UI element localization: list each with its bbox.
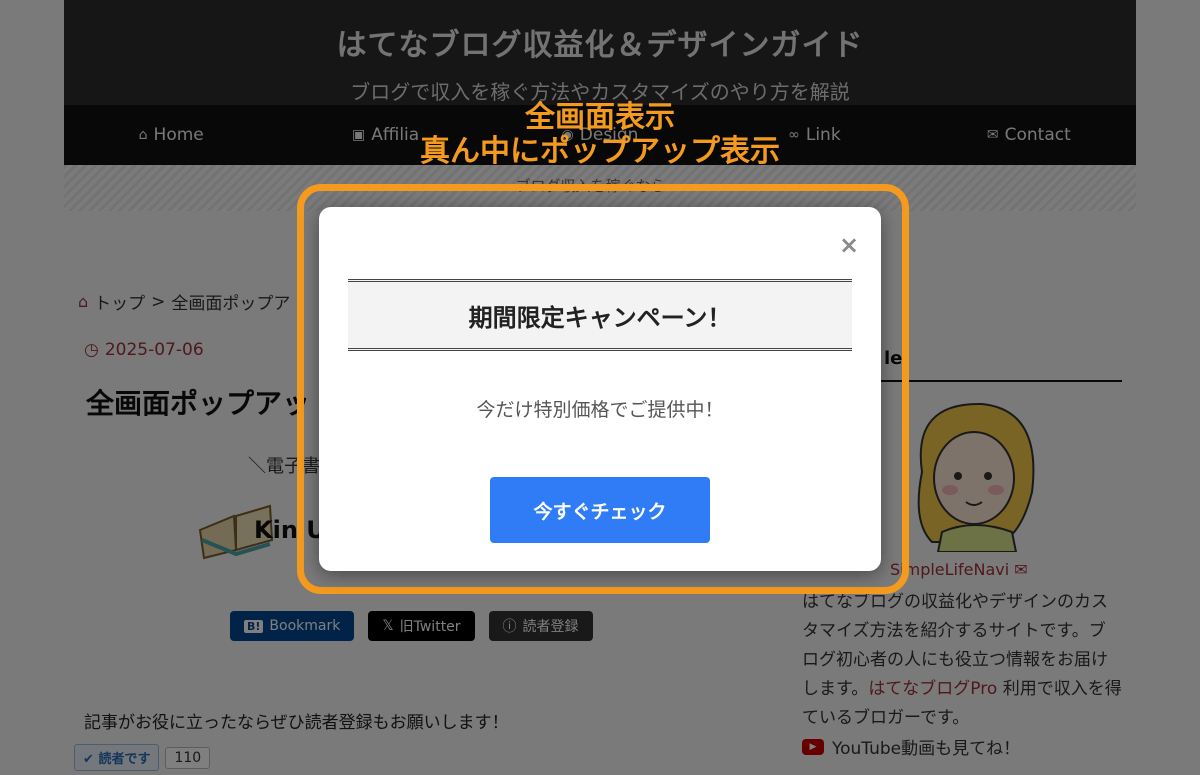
modal-body-text: 今だけ特別価格でご提供中！	[476, 399, 724, 421]
modal-heading: 期間限定キャンペーン！	[348, 279, 852, 351]
cta-label: 今すぐチェック	[533, 500, 667, 523]
popup-modal: × 期間限定キャンペーン！ 今だけ特別価格でご提供中！ 今すぐチェック	[319, 207, 881, 571]
check-now-button[interactable]: 今すぐチェック	[490, 477, 710, 543]
modal-heading-text: 期間限定キャンペーン！	[468, 303, 732, 332]
annotation-line-2: 真ん中にポップアップ表示	[420, 134, 780, 169]
close-icon[interactable]: ×	[839, 231, 859, 259]
